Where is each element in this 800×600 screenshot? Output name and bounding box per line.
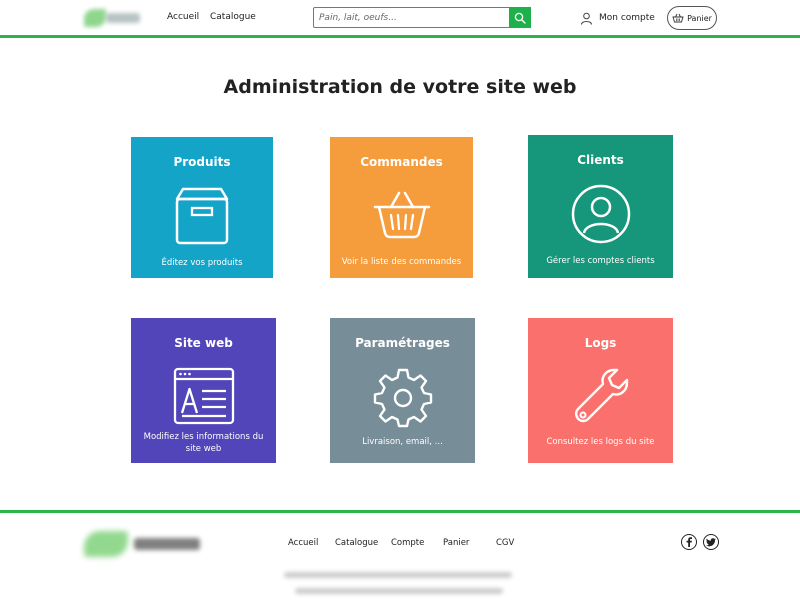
cart-label: Panier [687, 13, 712, 23]
basket-icon [672, 13, 684, 23]
logo-wordmark [134, 538, 200, 550]
user-icon [581, 12, 592, 25]
footer-copyright-blurred [295, 588, 503, 594]
footer-link-panier[interactable]: Panier [443, 538, 469, 548]
tile-description: Gérer les comptes clients [546, 256, 655, 266]
tile-title: Site web [174, 336, 233, 350]
user-icon [571, 184, 630, 244]
logo-wordmark [106, 13, 140, 23]
account-link[interactable]: Mon compte [580, 10, 655, 26]
tile-description: Éditez vos produits [161, 258, 243, 268]
logo-leaf [84, 531, 128, 557]
twitter-icon[interactable] [703, 534, 719, 550]
footer-link-compte[interactable]: Compte [391, 538, 424, 548]
site-header: Accueil Catalogue Mon compte Panier [0, 0, 800, 38]
tile-description: Livraison, email, ... [362, 437, 443, 447]
tile-title: Commandes [360, 155, 443, 169]
search-button[interactable] [509, 7, 531, 28]
tile-title: Clients [577, 153, 624, 167]
site-logo[interactable] [82, 8, 142, 28]
search-input[interactable] [314, 8, 510, 27]
footer-link-cgv[interactable]: CGV [496, 538, 514, 548]
tile-title: Logs [584, 336, 617, 350]
tile-produits[interactable]: Produits Éditez vos produits [131, 137, 273, 278]
tile-logs[interactable]: Logs Consultez les logs du site [528, 318, 673, 463]
facebook-glyph [686, 537, 692, 547]
tile-clients[interactable]: Clients Gérer les comptes clients [528, 135, 673, 278]
gear-icon [373, 368, 432, 428]
twitter-glyph [706, 537, 716, 546]
search-bar [313, 7, 531, 28]
footer-link-catalogue[interactable]: Catalogue [335, 538, 378, 548]
basket-icon [373, 191, 430, 239]
tile-description: Consultez les logs du site [546, 437, 655, 447]
box-icon [175, 187, 229, 245]
tile-description: Modifiez les informations du site web [143, 432, 264, 454]
footer-logo[interactable] [80, 528, 202, 560]
tile-commandes[interactable]: Commandes Voir la liste des commandes [330, 137, 473, 278]
account-label: Mon compte [599, 13, 655, 23]
page-title: Administration de votre site web [223, 76, 577, 98]
webpage-icon [173, 367, 234, 425]
tile-description: Voir la liste des commandes [341, 257, 462, 267]
footer-address-blurred [284, 572, 512, 578]
footer-link-accueil[interactable]: Accueil [288, 538, 318, 548]
nav-accueil[interactable]: Accueil [167, 12, 199, 22]
logo-leaf [84, 9, 106, 27]
tile-title: Produits [173, 155, 231, 169]
nav-catalogue[interactable]: Catalogue [210, 12, 256, 22]
search-icon [514, 12, 526, 24]
tile-title: Paramétrages [355, 336, 450, 350]
facebook-icon[interactable] [681, 534, 697, 550]
tile-site-web[interactable]: Site web Modifiez les informations du si… [131, 318, 276, 463]
tile-parametrages[interactable]: Paramétrages Livraison, email, ... [330, 318, 475, 463]
footer-divider [0, 510, 800, 513]
cart-button[interactable]: Panier [667, 6, 717, 30]
wrench-icon [574, 368, 628, 423]
